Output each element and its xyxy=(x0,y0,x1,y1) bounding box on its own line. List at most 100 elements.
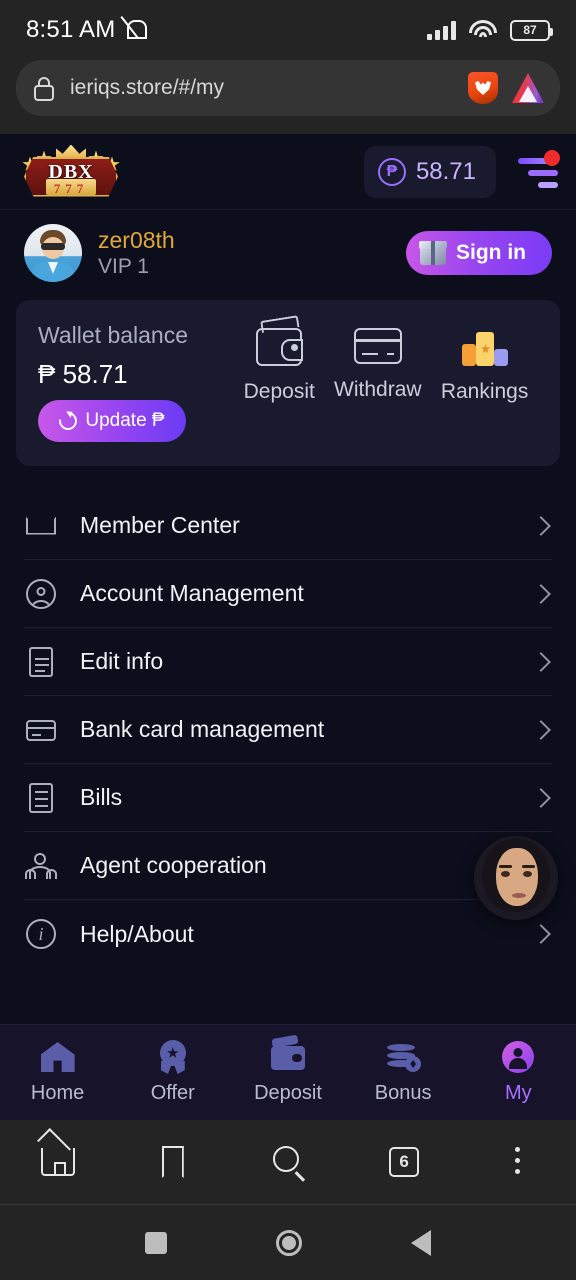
chevron-right-icon xyxy=(531,924,551,944)
rankings-label: Rankings xyxy=(440,380,529,403)
menu-item-account-management[interactable]: Account Management xyxy=(24,560,552,628)
chevron-right-icon xyxy=(531,583,551,604)
square-recents-icon[interactable] xyxy=(144,1231,167,1254)
menu-item-bank-card-management[interactable]: Bank card management xyxy=(24,696,552,764)
lock-icon xyxy=(34,76,54,101)
wallet-balance-label: Wallet balance xyxy=(38,322,189,348)
tab-count-label: 6 xyxy=(389,1147,420,1177)
user-icon xyxy=(499,1040,537,1074)
browser-tab-switcher[interactable]: 6 xyxy=(379,1140,427,1184)
wallet-icon xyxy=(269,1040,307,1074)
menu-item-member-center[interactable]: Member Center xyxy=(24,492,552,560)
profile-row: zer08th VIP 1 Sign in xyxy=(0,210,576,300)
status-bar-left: 8:51 AM xyxy=(26,16,148,44)
browser-url-bar-container: ieriqs.store/#/my xyxy=(0,60,576,134)
status-clock: 8:51 AM xyxy=(26,16,116,43)
refresh-icon xyxy=(55,408,81,434)
user-circle-icon xyxy=(24,577,58,611)
menu-item-label: Agent cooperation xyxy=(80,852,267,878)
coins-icon xyxy=(384,1040,422,1074)
chevron-right-icon xyxy=(531,651,551,672)
two-people-icon xyxy=(24,849,58,883)
tab-label: Home xyxy=(30,1082,85,1104)
dbx777-logo[interactable]: DBX 777 xyxy=(16,143,126,201)
web-app-viewport: DBX 777 ₱ 58.71 zer08th VIP 1 Sign in Wa… xyxy=(0,134,576,1120)
bank-card-icon xyxy=(24,713,58,747)
withdraw-action[interactable]: Withdraw xyxy=(334,328,422,404)
sign-in-label: Sign in xyxy=(456,241,526,264)
triangle-back-icon[interactable] xyxy=(411,1229,432,1256)
crown-icon xyxy=(24,509,58,543)
cellular-signal-icon xyxy=(427,20,456,40)
menu-item-help-about[interactable]: i Help/About xyxy=(24,900,552,968)
bat-triangle-icon[interactable] xyxy=(512,73,544,103)
phone-screen: 8:51 AM 87 ieriqs.store/#/my DBX 777 ₱ 5… xyxy=(0,0,576,1280)
tab-label: Deposit xyxy=(254,1082,322,1104)
tab-offer[interactable]: Offer xyxy=(126,1040,220,1105)
browser-search-icon[interactable] xyxy=(264,1140,312,1184)
brave-lion-icon[interactable] xyxy=(468,72,498,104)
peso-coin-icon: ₱ xyxy=(377,157,406,186)
browser-home-icon[interactable] xyxy=(34,1140,82,1184)
tab-deposit[interactable]: Deposit xyxy=(241,1040,335,1105)
wallet-icon xyxy=(256,328,304,366)
browser-bottom-toolbar: 6 xyxy=(0,1120,576,1204)
gift-box-icon xyxy=(419,241,447,265)
hamburger-menu-icon[interactable] xyxy=(516,149,560,194)
home-icon xyxy=(39,1040,77,1074)
menu-item-agent-cooperation[interactable]: Agent cooperation xyxy=(24,832,552,900)
chevron-right-icon xyxy=(531,787,551,808)
browser-overflow-menu-icon[interactable] xyxy=(494,1140,542,1184)
podium-ranking-icon xyxy=(461,328,508,366)
rankings-action[interactable]: Rankings xyxy=(440,328,529,404)
account-menu-list: Member Center Account Management Edit in… xyxy=(24,492,552,968)
menu-item-label: Edit info xyxy=(80,648,164,674)
app-bottom-tab-bar: Home Offer Deposit Bonus My xyxy=(0,1024,576,1120)
notification-badge xyxy=(544,149,560,166)
circle-home-icon[interactable] xyxy=(275,1229,302,1256)
bell-muted-icon xyxy=(123,17,148,43)
app-header: DBX 777 ₱ 58.71 xyxy=(0,134,576,210)
offer-badge-icon xyxy=(154,1040,192,1074)
deposit-action[interactable]: Deposit xyxy=(244,328,315,404)
deposit-label: Deposit xyxy=(243,380,315,403)
profile-text: zer08th VIP 1 xyxy=(98,226,175,281)
menu-item-edit-info[interactable]: Edit info xyxy=(24,628,552,696)
vip-level: VIP 1 xyxy=(98,255,149,279)
menu-item-label: Bank card management xyxy=(80,716,325,742)
credit-card-icon xyxy=(353,328,402,364)
menu-item-bills[interactable]: Bills xyxy=(24,764,552,832)
user-avatar[interactable] xyxy=(24,224,82,282)
browser-bookmark-icon[interactable] xyxy=(149,1140,197,1184)
menu-item-label: Bills xyxy=(80,784,123,810)
info-circle-icon: i xyxy=(24,917,58,951)
menu-item-label: Account Management xyxy=(80,580,304,606)
menu-item-label: Member Center xyxy=(80,512,240,538)
tab-bonus[interactable]: Bonus xyxy=(356,1040,450,1105)
tab-my[interactable]: My xyxy=(471,1040,565,1105)
wifi-icon xyxy=(468,18,498,42)
tab-label: Offer xyxy=(150,1082,195,1104)
android-navigation-bar xyxy=(0,1204,576,1280)
wallet-balance-card: Wallet balance ₱ 58.71 Update ₱ Deposit … xyxy=(16,300,560,466)
battery-indicator: 87 xyxy=(510,19,553,41)
wallet-summary: Wallet balance ₱ 58.71 Update ₱ xyxy=(38,322,234,442)
header-balance-amount: 58.71 xyxy=(415,157,476,185)
live-support-avatar[interactable] xyxy=(474,836,558,920)
tab-label: My xyxy=(505,1082,532,1104)
chevron-right-icon xyxy=(531,719,551,740)
android-status-bar: 8:51 AM 87 xyxy=(0,0,576,60)
url-bar[interactable]: ieriqs.store/#/my xyxy=(16,60,560,116)
document-edit-icon xyxy=(24,645,58,679)
status-bar-right: 87 xyxy=(427,18,553,42)
withdraw-label: Withdraw xyxy=(334,378,422,401)
tab-label: Bonus xyxy=(374,1082,432,1104)
tab-home[interactable]: Home xyxy=(11,1040,105,1105)
header-balance-chip[interactable]: ₱ 58.71 xyxy=(363,145,496,198)
wallet-balance-amount: ₱ 58.71 xyxy=(38,359,128,389)
logo-subtitle: 777 xyxy=(53,180,89,196)
username: zer08th xyxy=(98,226,175,253)
update-balance-label: Update ₱ xyxy=(85,410,165,431)
update-balance-button[interactable]: Update ₱ xyxy=(38,400,186,442)
sign-in-button[interactable]: Sign in xyxy=(406,231,552,275)
